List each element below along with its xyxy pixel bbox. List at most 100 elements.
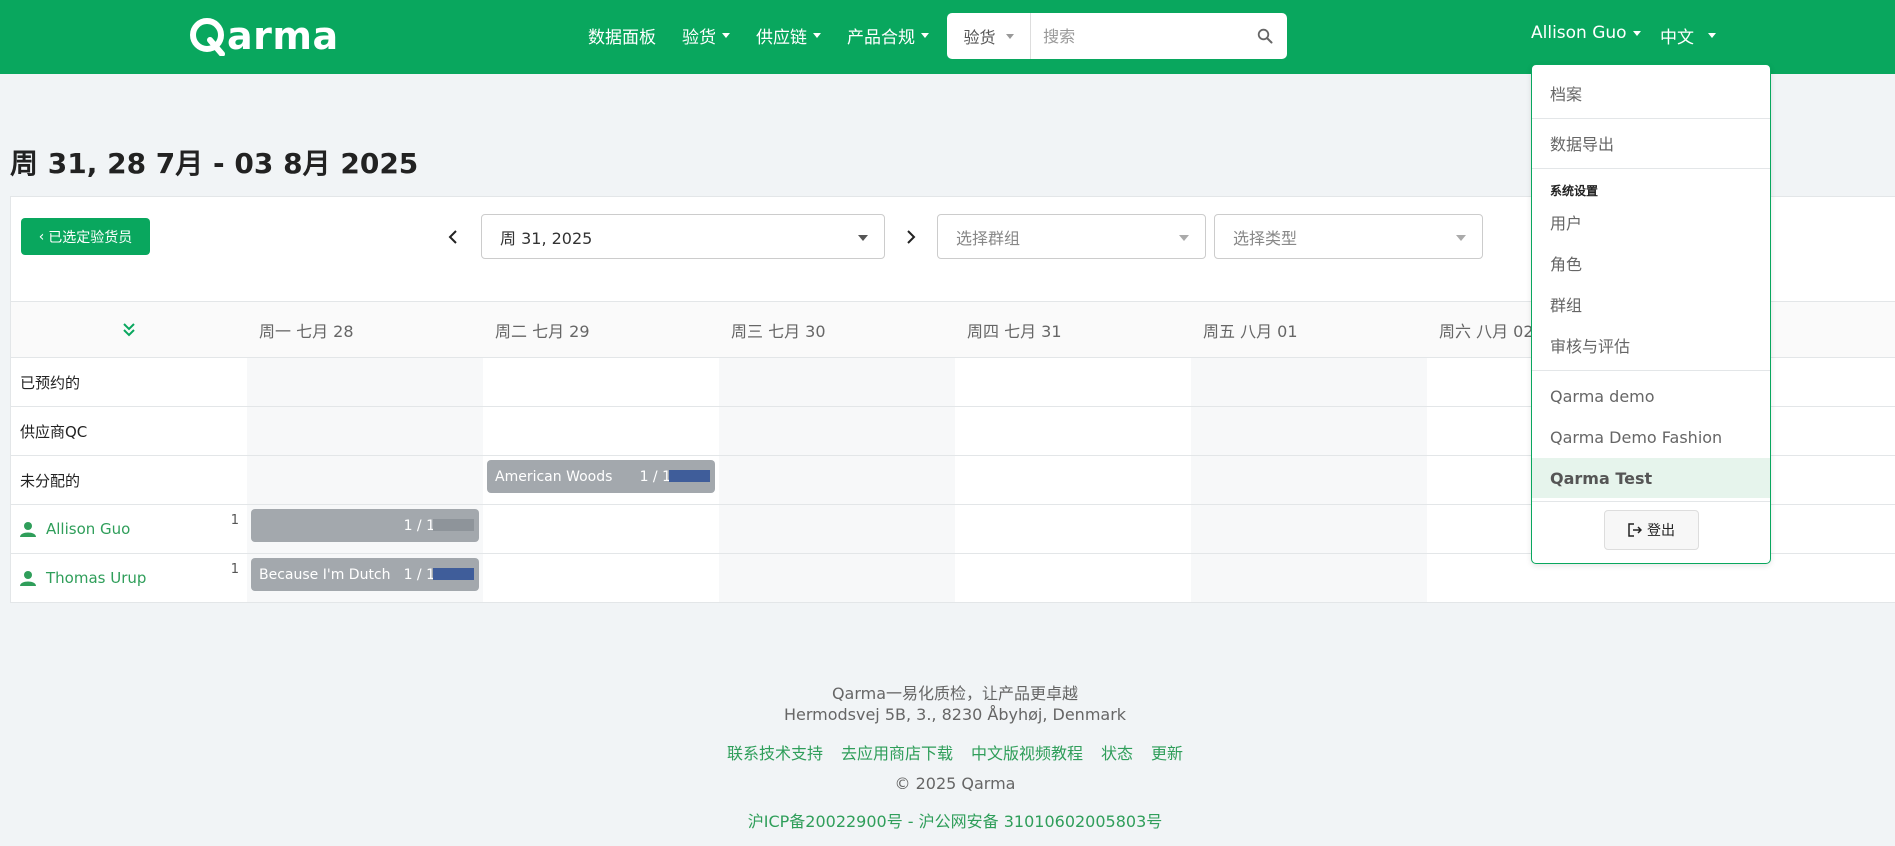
calendar-cell[interactable]: [1191, 505, 1427, 553]
calendar-cell[interactable]: [483, 554, 719, 602]
menu-item-users[interactable]: 用户: [1532, 202, 1770, 242]
calendar-cell[interactable]: [1191, 407, 1427, 455]
week-select-value: 周 31, 2025: [500, 228, 593, 248]
search-icon[interactable]: [1243, 28, 1287, 44]
double-chevron-down-icon: [123, 322, 135, 336]
user-icon: [20, 571, 36, 586]
inspection-chip[interactable]: Because I'm Dutch 1 / 1: [251, 558, 479, 591]
calendar-cell[interactable]: [1191, 456, 1427, 504]
user-menu[interactable]: Allison Guo: [1531, 23, 1641, 43]
logout-button[interactable]: 登出: [1604, 510, 1699, 550]
caret-down-icon: [1005, 33, 1014, 39]
chip-count: 1 / 1: [403, 517, 435, 534]
day-header: 周五 八月 01: [1203, 321, 1298, 341]
inspector-row-label[interactable]: Allison Guo 1: [11, 505, 247, 553]
footer-link-tutorial[interactable]: 中文版视频教程: [971, 740, 1083, 764]
inspection-chip[interactable]: American Woods 1 / 1: [487, 460, 715, 493]
footer-links: 联系技术支持 去应用商店下载 中文版视频教程 状态 更新: [0, 740, 1895, 764]
footer-link-updates[interactable]: 更新: [1151, 740, 1183, 764]
calendar-cell[interactable]: [955, 456, 1191, 504]
calendar-cell[interactable]: [247, 358, 483, 406]
calendar-cell[interactable]: [955, 554, 1191, 602]
group-select-placeholder: 选择群组: [956, 228, 1021, 248]
inspector-count: 1: [230, 513, 239, 528]
calendar-cell[interactable]: [1191, 358, 1427, 406]
chevron-right-icon: [907, 230, 916, 244]
chip-progress-fill: [433, 568, 474, 580]
calendar-cell[interactable]: [1191, 554, 1427, 602]
navbar: arma 数据面板 验货 供应链 产品合规 验货 搜索 Allison Guo …: [0, 0, 1895, 74]
next-week-button[interactable]: [901, 227, 921, 247]
search-type-select[interactable]: 验货: [947, 13, 1032, 59]
calendar-cell[interactable]: [955, 407, 1191, 455]
menu-divider: [1532, 118, 1770, 119]
selected-inspectors-label: 已选定验货员: [48, 229, 133, 246]
day-header: 周一 七月 28: [259, 321, 354, 341]
week-select[interactable]: 周 31, 2025: [481, 214, 885, 259]
nav-inspection[interactable]: 验货: [682, 23, 730, 48]
inspector-name: Allison Guo: [46, 520, 131, 538]
group-select[interactable]: 选择群组: [937, 214, 1206, 259]
calendar-cell[interactable]: [483, 407, 719, 455]
nav-compliance[interactable]: 产品合规: [847, 23, 929, 48]
search-input[interactable]: [1031, 26, 1244, 46]
inspection-chip[interactable]: 1 / 1: [251, 509, 479, 542]
dropdown-arrow-icon: [1179, 235, 1189, 241]
user-dropdown-menu: 档案 数据导出 系统设置 用户 角色 群组 审核与评估 Qarma demo Q…: [1531, 64, 1771, 564]
row-label: 已预约的: [20, 373, 81, 392]
logout-label: 登出: [1647, 523, 1675, 539]
menu-item-groups[interactable]: 群组: [1532, 284, 1770, 324]
language-menu[interactable]: 中文: [1660, 23, 1716, 48]
type-select[interactable]: 选择类型: [1214, 214, 1483, 259]
footer-icp[interactable]: 沪ICP备20022900号 - 沪公网安备 31010602005803号: [0, 808, 1895, 832]
chip-count: 1 / 1: [403, 566, 435, 583]
menu-item-profile[interactable]: 档案: [1532, 73, 1770, 113]
calendar-cell[interactable]: [719, 505, 955, 553]
calendar-cell[interactable]: [719, 358, 955, 406]
menu-item-company-active[interactable]: Qarma Test: [1532, 458, 1770, 498]
footer-link-support[interactable]: 联系技术支持: [727, 740, 823, 764]
calendar-cell[interactable]: [719, 554, 955, 602]
calendar-cell[interactable]: [719, 407, 955, 455]
footer-tagline: Qarma一易化质检，让产品更卓越: [831, 684, 1079, 703]
calendar-cell[interactable]: 1 / 1: [247, 505, 483, 553]
inspector-row-label[interactable]: Thomas Urup 1: [11, 554, 247, 602]
calendar-cell[interactable]: [247, 456, 483, 504]
menu-item-data-export[interactable]: 数据导出: [1532, 123, 1770, 163]
calendar-cell[interactable]: [719, 456, 955, 504]
footer-link-status[interactable]: 状态: [1101, 740, 1133, 764]
selected-inspectors-button[interactable]: ‹ 已选定验货员: [21, 218, 150, 255]
dropdown-arrow-icon: [858, 235, 868, 241]
nav-supply-chain[interactable]: 供应链: [756, 23, 821, 48]
calendar-cell[interactable]: American Woods 1 / 1: [483, 456, 719, 504]
footer-link-app-store[interactable]: 去应用商店下载: [841, 740, 953, 764]
menu-divider: [1532, 501, 1770, 502]
calendar-cell[interactable]: [483, 358, 719, 406]
calendar-cell[interactable]: Because I'm Dutch 1 / 1: [247, 554, 483, 602]
chevron-left-icon: ‹: [38, 228, 45, 245]
menu-item-company[interactable]: Qarma Demo Fashion: [1532, 417, 1770, 457]
chip-progress-fill: [669, 470, 710, 482]
nav-dashboard[interactable]: 数据面板: [588, 23, 656, 48]
calendar-cell[interactable]: [247, 407, 483, 455]
calendar-cell[interactable]: [483, 505, 719, 553]
qarma-logo-q-icon: [190, 18, 225, 56]
nav-dashboard-label: 数据面板: [588, 28, 656, 48]
prev-week-button[interactable]: [443, 227, 463, 247]
menu-item-roles[interactable]: 角色: [1532, 243, 1770, 283]
day-header: 周四 七月 31: [967, 321, 1062, 341]
calendar-cell[interactable]: [955, 505, 1191, 553]
caret-down-icon: [813, 33, 821, 38]
nav-compliance-label: 产品合规: [847, 28, 915, 48]
row-label: 未分配的: [20, 471, 81, 490]
menu-divider: [1532, 370, 1770, 371]
main-nav: 数据面板 验货 供应链 产品合规: [588, 23, 929, 48]
chip-progress-bar: [433, 568, 474, 580]
qarma-logo[interactable]: arma: [188, 12, 339, 60]
menu-item-company[interactable]: Qarma demo: [1532, 376, 1770, 416]
calendar-cell[interactable]: [955, 358, 1191, 406]
expand-all-button[interactable]: [11, 302, 247, 357]
menu-item-review[interactable]: 审核与评估: [1532, 325, 1770, 365]
inspector-count: 1: [230, 562, 239, 577]
chip-count: 1 / 1: [639, 468, 671, 485]
